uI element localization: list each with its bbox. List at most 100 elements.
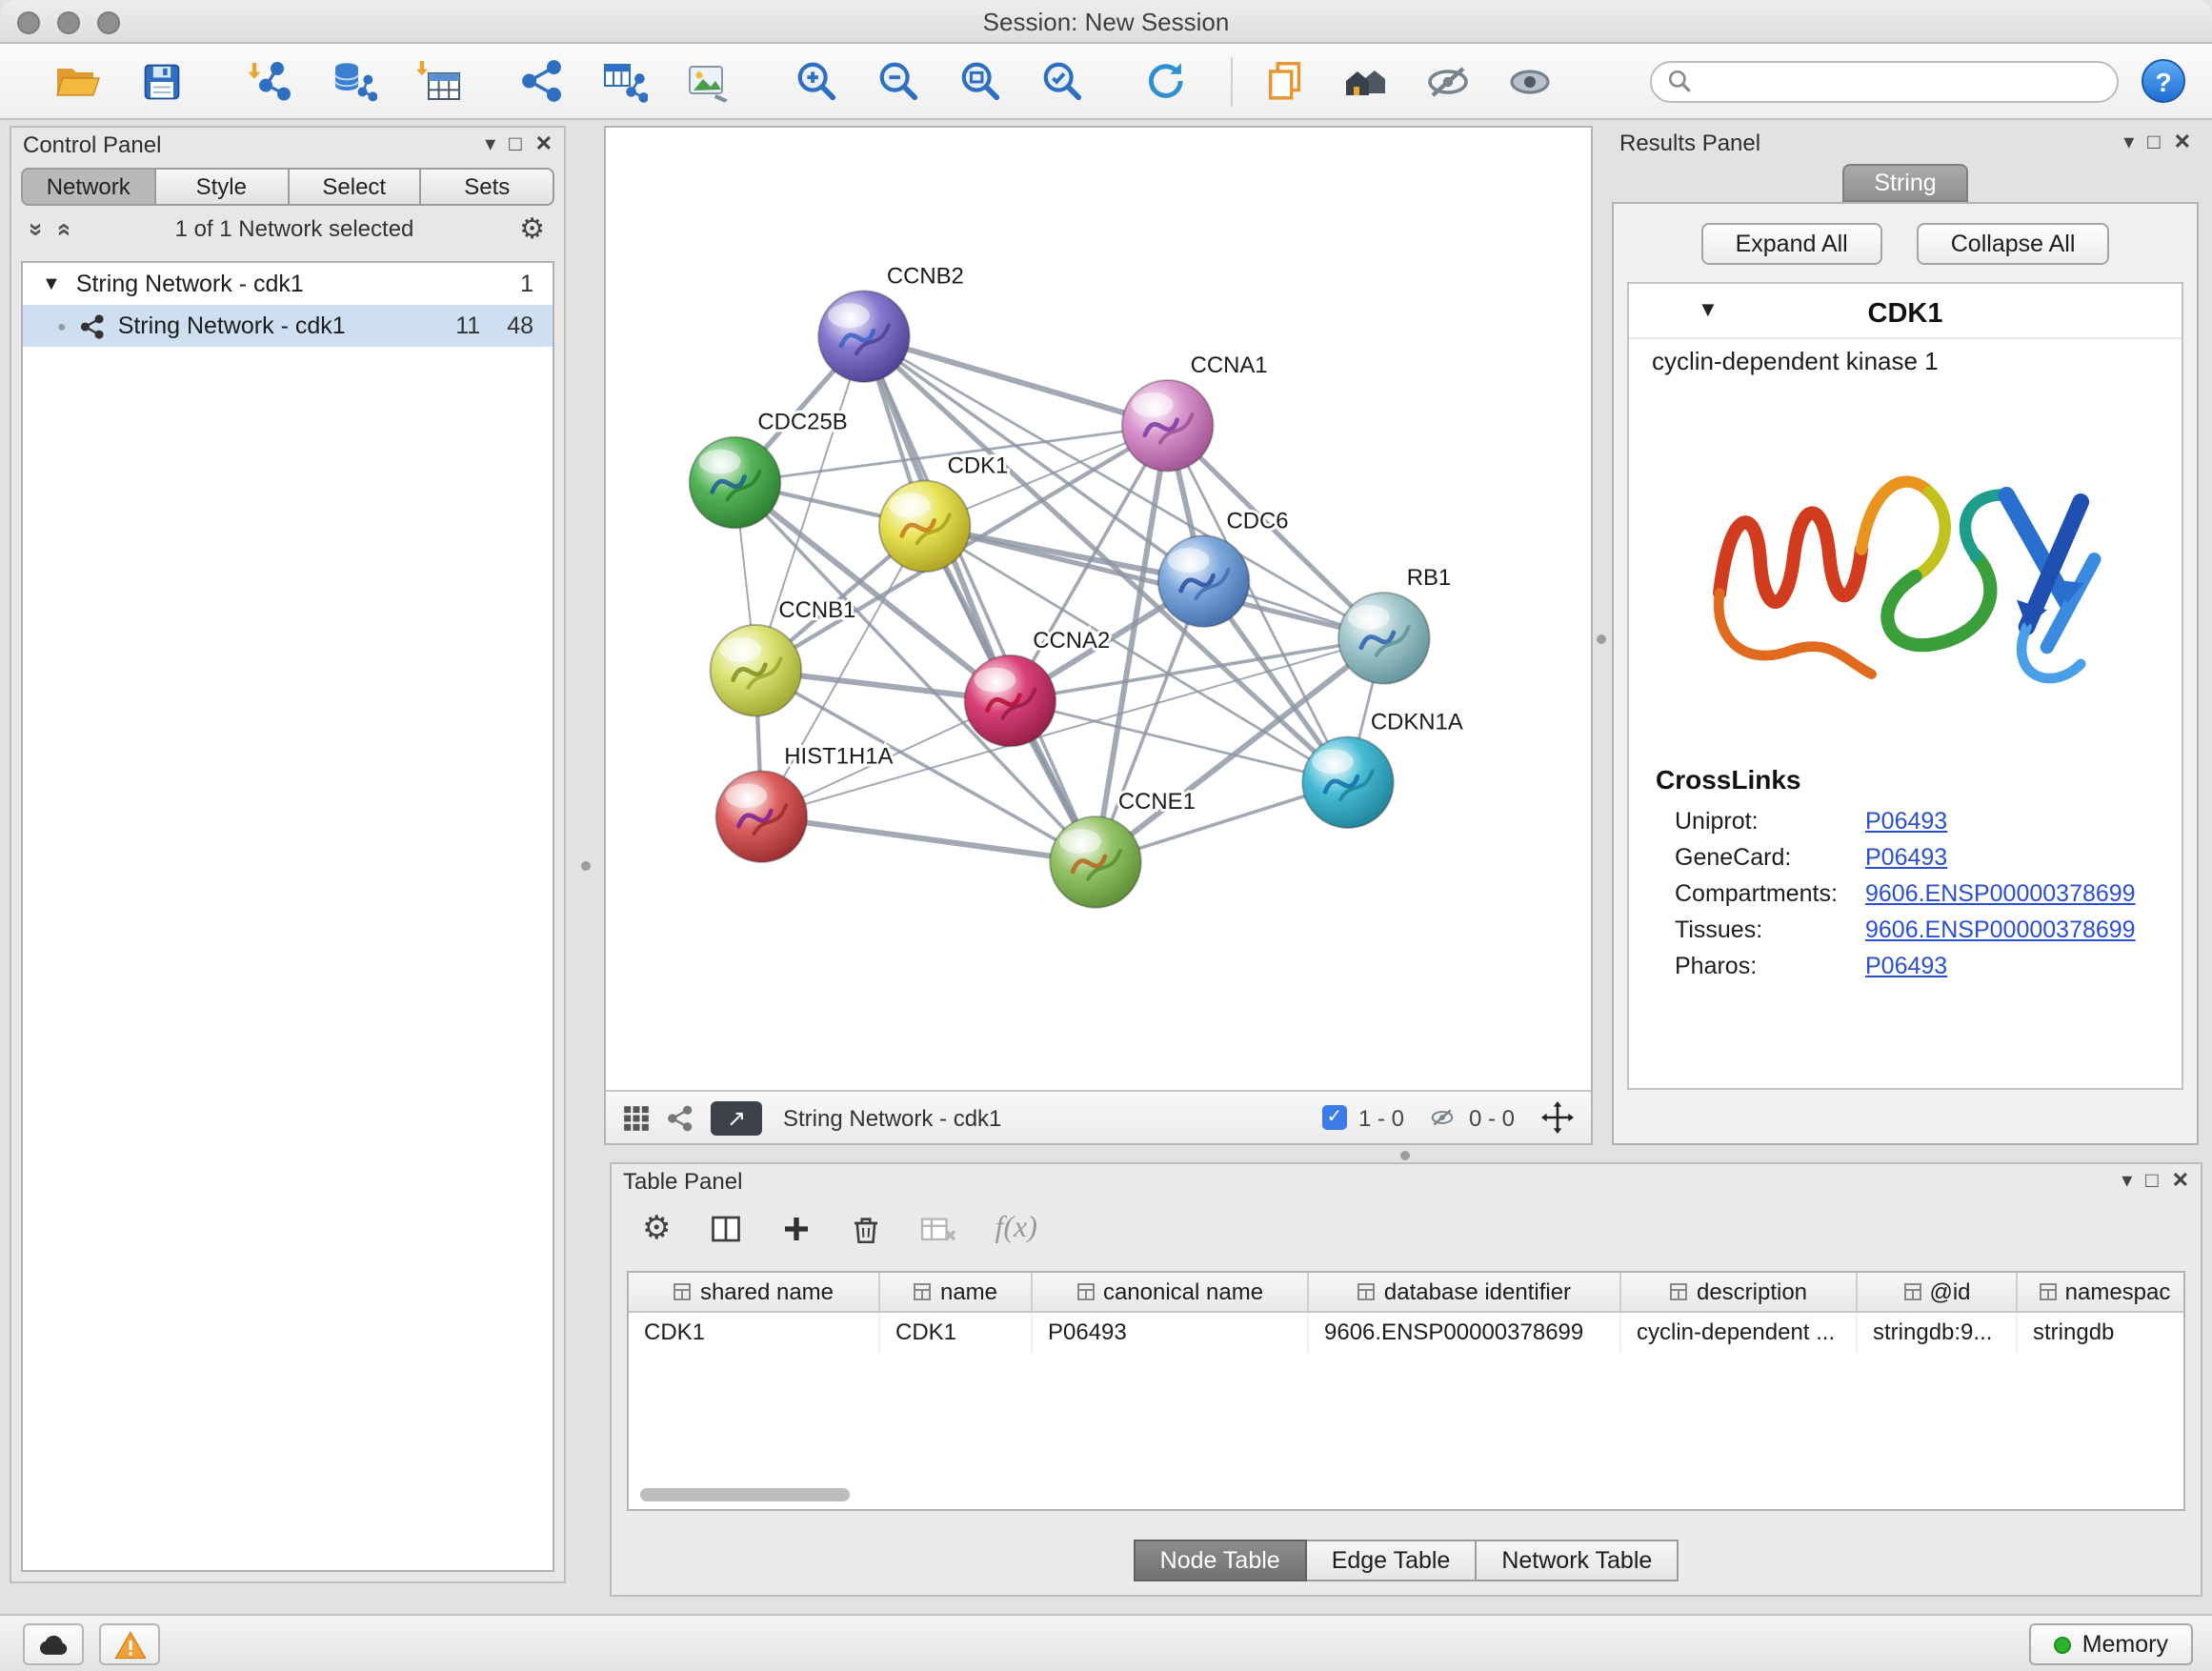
table-row[interactable]: CDK1 CDK1 P06493 9606.ENSP00000378699 cy…	[629, 1313, 2183, 1353]
import-network-file-button[interactable]	[240, 52, 297, 110]
crosslink-row: Pharos: P06493	[1629, 947, 2182, 983]
zoom-selected-button[interactable]	[1033, 52, 1090, 110]
panel-menu-icon[interactable]: ▾	[485, 134, 495, 155]
tab-node-table[interactable]: Node Table	[1134, 1540, 1307, 1581]
results-menu-icon[interactable]: ▾	[2123, 132, 2134, 153]
export-image-button[interactable]	[680, 52, 737, 110]
network-table-button[interactable]	[596, 52, 654, 110]
column-header-shared-name[interactable]: shared name	[629, 1273, 880, 1311]
houses-button[interactable]	[1337, 52, 1395, 110]
network-node-CCNA1[interactable]: CCNA1	[1122, 352, 1268, 472]
column-header-canonical-name[interactable]: canonical name	[1033, 1273, 1309, 1311]
tab-style[interactable]: Style	[156, 168, 290, 206]
table-cell[interactable]: stringdb:9...	[1858, 1313, 2018, 1353]
gene-card-collapse-icon[interactable]: ▼	[1698, 299, 1719, 322]
fx-icon: f(x)	[995, 1212, 1037, 1246]
network-options-gear-icon[interactable]: ⚙	[519, 211, 545, 246]
network-view-share-icon[interactable]	[667, 1104, 694, 1131]
hide-selected-button[interactable]	[1419, 52, 1477, 110]
table-settings-button[interactable]: ⚙	[642, 1210, 672, 1248]
refresh-network-button[interactable]	[1136, 52, 1193, 110]
hidden-counts: 0 - 0	[1469, 1104, 1515, 1131]
tab-edge-table[interactable]: Edge Table	[1307, 1540, 1478, 1581]
search-input[interactable]	[1692, 68, 2101, 94]
add-column-button[interactable]	[782, 1214, 813, 1244]
pan-move-icon[interactable]	[1541, 1101, 1574, 1134]
crosslink-label: Compartments:	[1675, 879, 1865, 906]
tab-string-results[interactable]: String	[1841, 164, 1968, 202]
delete-column-button[interactable]	[851, 1213, 883, 1245]
column-header-database-identifier[interactable]: database identifier	[1309, 1273, 1621, 1311]
table-cell[interactable]: CDK1	[880, 1313, 1033, 1353]
left-splitter-handle[interactable]	[581, 861, 591, 871]
crosslink-link[interactable]: P06493	[1865, 952, 1947, 978]
grid-view-icon[interactable]	[623, 1104, 650, 1131]
table-close-icon[interactable]: ✕	[2172, 1171, 2189, 1192]
zoom-fit-button[interactable]	[951, 52, 1008, 110]
show-columns-button[interactable]	[710, 1212, 744, 1246]
panel-close-icon[interactable]: ✕	[535, 134, 553, 155]
node-table[interactable]: shared name name canonical name database…	[627, 1271, 2185, 1511]
panel-float-icon[interactable]: □	[509, 134, 521, 155]
import-network-database-button[interactable]	[326, 52, 383, 110]
import-table-button[interactable]	[410, 52, 467, 110]
network-node-HIST1H1A[interactable]: HIST1H1A	[716, 743, 894, 862]
warnings-button[interactable]	[99, 1623, 160, 1665]
bottom-splitter-handle[interactable]	[1400, 1151, 1410, 1160]
tab-select[interactable]: Select	[289, 168, 422, 206]
table-cell[interactable]: stringdb	[2018, 1313, 2185, 1353]
crosslink-link[interactable]: P06493	[1865, 843, 1947, 870]
table-cell[interactable]: CDK1	[629, 1313, 880, 1353]
results-close-icon[interactable]: ✕	[2174, 132, 2191, 153]
network-node-CDC25B[interactable]: CDC25B	[690, 410, 848, 529]
delete-table-button[interactable]	[921, 1213, 957, 1245]
node-label-CCNA1: CCNA1	[1191, 352, 1268, 378]
column-header-description[interactable]: description	[1621, 1273, 1858, 1311]
help-button[interactable]: ?	[2142, 59, 2185, 103]
open-session-button[interactable]	[50, 52, 107, 110]
table-float-icon[interactable]: □	[2145, 1171, 2158, 1192]
tab-network[interactable]: Network	[21, 168, 156, 206]
table-cell[interactable]: P06493	[1033, 1313, 1309, 1353]
show-all-button[interactable]	[1501, 52, 1558, 110]
column-header-name[interactable]: name	[880, 1273, 1033, 1311]
table-cell[interactable]: 9606.ENSP00000378699	[1309, 1313, 1621, 1353]
collection-expand-icon[interactable]: ▼	[42, 273, 61, 294]
tab-network-table[interactable]: Network Table	[1477, 1540, 1679, 1581]
horizontal-scrollbar[interactable]	[640, 1488, 850, 1501]
crosslink-link[interactable]: 9606.ENSP00000378699	[1865, 916, 2136, 942]
table-menu-icon[interactable]: ▾	[2122, 1171, 2132, 1192]
detach-view-button[interactable]: ↗	[711, 1100, 762, 1135]
column-header-id[interactable]: @id	[1858, 1273, 2018, 1311]
crosslink-link[interactable]: P06493	[1865, 807, 1947, 834]
network-node-CDKN1A[interactable]: CDKN1A	[1302, 709, 1463, 828]
zoom-in-button[interactable]	[787, 52, 844, 110]
zoom-out-button[interactable]	[869, 52, 926, 110]
network-row[interactable]: ● String Network - cdk1 11 48	[23, 305, 553, 347]
save-session-button[interactable]	[133, 52, 191, 110]
new-network-button[interactable]	[513, 52, 570, 110]
results-float-icon[interactable]: □	[2147, 132, 2160, 153]
network-node-RB1[interactable]: RB1	[1338, 565, 1451, 684]
clipboard-document-button[interactable]	[1256, 52, 1313, 110]
hidden-eye-slash-icon[interactable]	[1427, 1105, 1458, 1130]
column-sort-icon	[1902, 1282, 1921, 1301]
network-graph[interactable]: CCNB2CCNA1CDC25BCDK1CDC6RB1CCNB1CCNA2CDK…	[606, 128, 1591, 1090]
memory-button[interactable]: Memory	[2029, 1623, 2193, 1665]
network-node-CCNB2[interactable]: CCNB2	[818, 263, 964, 382]
column-header-namespace[interactable]: namespac	[2018, 1273, 2185, 1311]
table-cell[interactable]: cyclin-dependent ...	[1621, 1313, 1858, 1353]
selected-indicator-checkbox[interactable]: ✓	[1322, 1105, 1347, 1130]
collapse-all-button[interactable]: Collapse All	[1917, 223, 2110, 265]
network-node-CCNB1[interactable]: CCNB1	[711, 597, 856, 716]
network-canvas[interactable]: CCNB2CCNA1CDC25BCDK1CDC6RB1CCNB1CCNA2CDK…	[606, 128, 1591, 1090]
tab-sets[interactable]: Sets	[422, 168, 555, 206]
collapse-all-networks-icon[interactable]: »	[49, 222, 77, 235]
network-collection-row[interactable]: ▼ String Network - cdk1 1	[23, 263, 553, 305]
cloud-status-button[interactable]	[23, 1623, 84, 1665]
function-builder-button[interactable]: f(x)	[995, 1212, 1037, 1246]
expand-all-button[interactable]: Expand All	[1701, 223, 1882, 265]
network-node-CDK1[interactable]: CDK1	[879, 453, 1008, 573]
crosslink-link[interactable]: 9606.ENSP00000378699	[1865, 879, 2136, 906]
right-splitter-handle[interactable]	[1597, 634, 1606, 644]
